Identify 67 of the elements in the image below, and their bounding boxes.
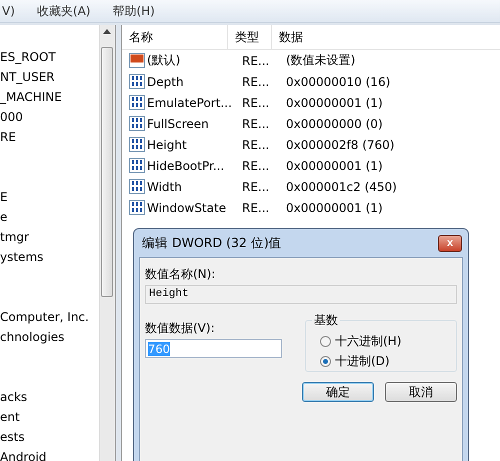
value-name: Height bbox=[147, 138, 187, 152]
radio-label[interactable]: 十进制(D) bbox=[335, 352, 390, 370]
scrollbar[interactable] bbox=[99, 25, 115, 461]
table-cell-text: RE... bbox=[241, 116, 270, 130]
table-cell-text: 0x00000001 (1) bbox=[285, 200, 383, 214]
field-label: 数值名称(N): bbox=[145, 266, 216, 282]
tree-item[interactable]: ent bbox=[0, 407, 99, 427]
menu-item[interactable]: V) bbox=[0, 4, 17, 18]
table-cell-text: 0x00000001 (1) bbox=[285, 96, 383, 110]
group-label: 基数 bbox=[312, 312, 340, 329]
string-value-icon bbox=[129, 53, 145, 68]
menu-item[interactable]: 帮助(H) bbox=[110, 2, 157, 20]
input-field[interactable]: Height bbox=[145, 285, 457, 304]
table-cell-text: 0x00000001 (1) bbox=[285, 158, 383, 172]
scroll-up-icon[interactable] bbox=[103, 29, 111, 34]
column-header[interactable]: 数据 bbox=[272, 25, 500, 49]
tree-item[interactable]: 000 bbox=[0, 107, 99, 127]
tree-item[interactable]: tmgr bbox=[0, 227, 99, 247]
binary-value-icon bbox=[129, 137, 145, 152]
binary-value-icon bbox=[129, 116, 145, 131]
tree-item[interactable]: RE bbox=[0, 127, 99, 147]
value-name: EmulatePort... bbox=[147, 96, 232, 110]
table-cell-text: RE... bbox=[241, 138, 270, 152]
binary-value-icon bbox=[129, 95, 145, 110]
column-header[interactable]: 名称 bbox=[122, 25, 228, 49]
table-cell-text: 0x00000000 (0) bbox=[285, 116, 383, 130]
table-cell-text: RE... bbox=[241, 74, 270, 88]
scroll-thumb[interactable] bbox=[101, 47, 113, 297]
tree-item[interactable]: ests bbox=[0, 427, 99, 447]
value-name: FullScreen bbox=[147, 116, 209, 130]
binary-value-icon bbox=[129, 158, 145, 173]
value-name: HideBootPr... bbox=[147, 158, 224, 172]
tree-item[interactable]: e bbox=[0, 207, 99, 227]
dialog-title: 编辑 DWORD (32 位)值 bbox=[142, 234, 282, 252]
value-name: WindowState bbox=[147, 200, 226, 214]
table-cell-text: RE... bbox=[241, 180, 270, 194]
table-cell-text: RE... bbox=[241, 54, 270, 68]
binary-value-icon bbox=[129, 200, 145, 215]
tree-item[interactable]: Computer, Inc. bbox=[0, 307, 99, 327]
tree-item[interactable]: E bbox=[0, 187, 99, 207]
tree-item[interactable]: ES_ROOT bbox=[0, 47, 99, 67]
radio-button[interactable] bbox=[320, 356, 331, 366]
tree-item[interactable]: acks bbox=[0, 387, 99, 407]
tree-item[interactable]: Android bbox=[0, 447, 99, 461]
table-cell-text: 0x000002f8 (760) bbox=[285, 138, 394, 152]
table-cell-text: (数值未设置) bbox=[285, 52, 356, 69]
table-cell-text: 0x00000010 (16) bbox=[285, 74, 390, 88]
field-label: 数值数据(V): bbox=[145, 320, 216, 336]
tree-item[interactable]: NT_USER bbox=[0, 67, 99, 87]
table-cell-text: RE... bbox=[241, 200, 270, 214]
tree-item[interactable]: _MACHINE bbox=[0, 87, 99, 107]
table-cell-text: RE... bbox=[241, 96, 270, 110]
tree-item[interactable]: ystems bbox=[0, 247, 99, 267]
menu-item[interactable]: 收藏夹(A) bbox=[34, 2, 92, 20]
radio-button[interactable] bbox=[320, 336, 331, 346]
binary-value-icon bbox=[129, 74, 145, 89]
column-header[interactable]: 类型 bbox=[228, 25, 272, 49]
table-cell-text: RE... bbox=[241, 158, 270, 172]
value-name: (默认) bbox=[147, 52, 180, 69]
radio-label[interactable]: 十六进制(H) bbox=[335, 332, 402, 350]
value-name: Depth bbox=[147, 74, 184, 88]
dialog-button[interactable]: 确定 bbox=[302, 382, 374, 402]
tree-item[interactable]: chnologies bbox=[0, 327, 99, 347]
binary-value-icon bbox=[129, 179, 145, 194]
dialog-button[interactable]: 取消 bbox=[385, 382, 457, 402]
table-cell-text: 0x000001c2 (450) bbox=[285, 180, 397, 194]
value-name: Width bbox=[147, 180, 182, 194]
